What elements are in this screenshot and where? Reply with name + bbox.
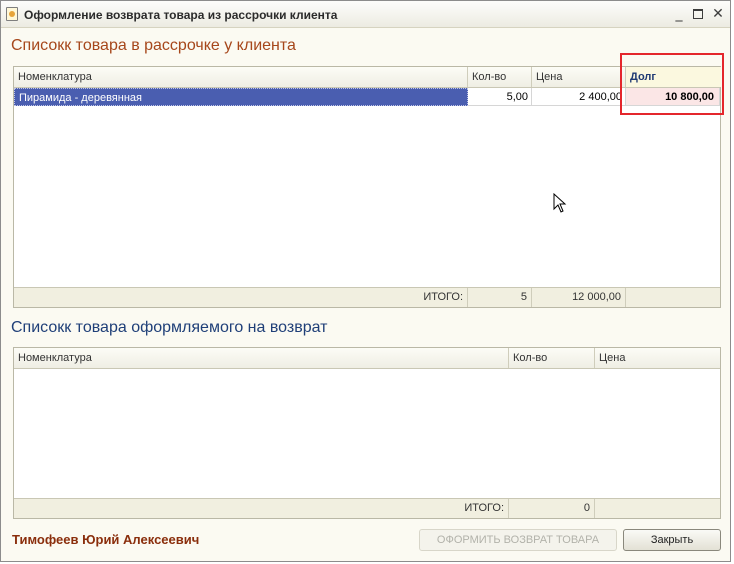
totals-qty: 5 xyxy=(468,288,532,307)
window-title: Оформление возврата товара из рассрочки … xyxy=(24,8,338,22)
row-name-cell[interactable]: Пирамида - деревянная xyxy=(14,88,468,106)
totals-price: 12 000,00 xyxy=(532,288,626,307)
totals-label: ИТОГО: xyxy=(14,288,468,307)
row-price-cell[interactable]: 2 400,00 xyxy=(532,88,626,106)
title-bar[interactable]: Оформление возврата товара из рассрочки … xyxy=(1,1,730,28)
return-table-header: Номенклатура Кол-во Цена xyxy=(14,348,720,369)
row-qty-cell[interactable]: 5,00 xyxy=(468,88,532,106)
row-debt-cell[interactable]: 10 800,00 xyxy=(626,88,720,106)
column-header-name[interactable]: Номенклатура xyxy=(14,67,468,87)
maximize-icon[interactable] xyxy=(690,6,706,22)
close-icon[interactable]: ✕ xyxy=(710,6,726,22)
return-table[interactable]: Номенклатура Кол-во Цена ИТОГО: 0 xyxy=(13,347,721,519)
installment-list-title: Списокк товара в рассрочке у клиента xyxy=(11,37,296,54)
return-list-title: Списокк товара оформляемого на возврат xyxy=(11,319,328,336)
column-header-price[interactable]: Цена xyxy=(595,348,721,368)
installment-table-totals: ИТОГО: 5 12 000,00 xyxy=(14,287,720,307)
column-header-debt[interactable]: Долг xyxy=(626,67,721,87)
column-header-name[interactable]: Номенклатура xyxy=(14,348,509,368)
totals-debt xyxy=(626,288,720,307)
installment-table[interactable]: Номенклатура Кол-во Цена Долг Пирамида -… xyxy=(13,66,721,308)
column-header-qty[interactable]: Кол-во xyxy=(468,67,532,87)
totals-price xyxy=(595,499,721,518)
table-row[interactable]: Пирамида - деревянная 5,00 2 400,00 10 8… xyxy=(14,88,720,106)
totals-qty: 0 xyxy=(509,499,595,518)
user-name: Тимофеев Юрий Алексеевич xyxy=(12,532,200,547)
column-header-price[interactable]: Цена xyxy=(532,67,626,87)
process-return-button[interactable]: ОФОРМИТЬ ВОЗВРАТ ТОВАРА xyxy=(419,529,617,551)
minimize-icon[interactable]: _ xyxy=(671,6,687,22)
totals-label: ИТОГО: xyxy=(14,499,509,518)
close-button[interactable]: Закрыть xyxy=(623,529,721,551)
installment-table-header: Номенклатура Кол-во Цена Долг xyxy=(14,67,721,88)
app-form-icon xyxy=(6,7,18,21)
return-table-totals: ИТОГО: 0 xyxy=(14,498,720,518)
mouse-pointer-icon xyxy=(553,193,567,213)
return-form-window: Оформление возврата товара из рассрочки … xyxy=(0,0,731,562)
column-header-qty[interactable]: Кол-во xyxy=(509,348,595,368)
